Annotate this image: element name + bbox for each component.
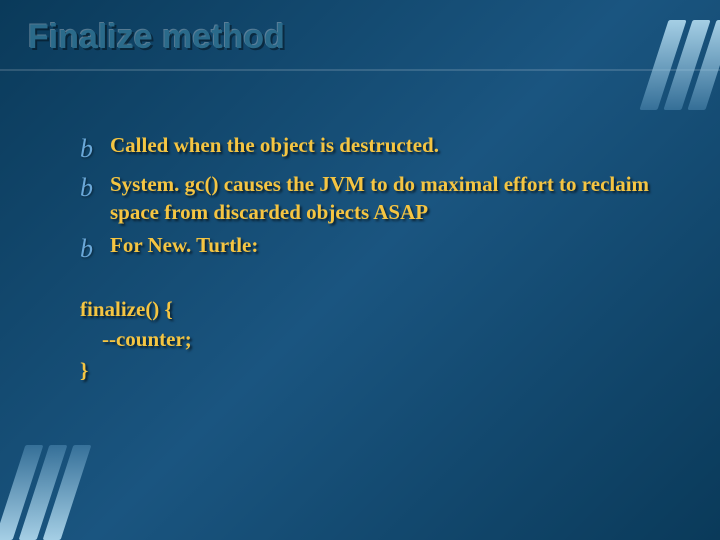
slide-content: b Called when the object is destructed. … [0,71,720,385]
bullet-text: System. gc() causes the JVM to do maxima… [110,170,660,227]
list-item: b Called when the object is destructed. [80,131,660,166]
code-line: finalize() { [80,294,660,324]
bullet-icon: b [80,170,110,205]
list-item: b System. gc() causes the JVM to do maxi… [80,170,660,227]
slide-title: Finalize method [28,18,720,57]
code-line: } [80,355,660,385]
bullet-text: Called when the object is destructed. [110,131,439,159]
bullet-list: b Called when the object is destructed. … [80,131,660,266]
bullet-icon: b [80,131,110,166]
bullet-text: For New. Turtle: [110,231,258,259]
title-bar: Finalize method [0,0,720,71]
bullet-icon: b [80,231,110,266]
list-item: b For New. Turtle: [80,231,660,266]
code-line: --counter; [80,324,660,354]
code-block: finalize() { --counter; } [80,294,660,385]
decorative-stripes-top [654,20,720,110]
decorative-stripes-bottom [10,445,76,540]
